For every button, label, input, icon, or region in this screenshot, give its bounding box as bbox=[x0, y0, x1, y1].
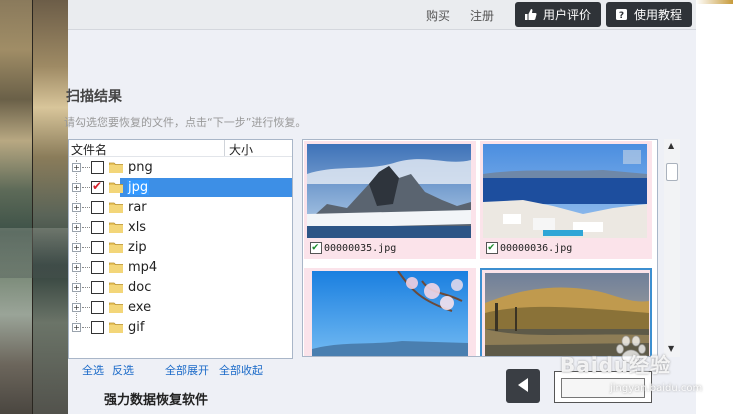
thumbs-up-icon bbox=[523, 8, 537, 22]
watermark-url: jingyan.baidu.com bbox=[610, 383, 703, 394]
buy-link[interactable]: 购买 bbox=[426, 7, 450, 24]
tree-item-zip[interactable]: + zip bbox=[69, 238, 292, 257]
expand-icon[interactable]: + bbox=[72, 323, 81, 332]
folder-icon bbox=[108, 221, 124, 234]
tree-item-checkbox[interactable] bbox=[91, 261, 104, 274]
triangle-left-icon bbox=[516, 377, 530, 396]
tree-item-label: exe bbox=[128, 300, 152, 315]
folder-icon bbox=[108, 201, 124, 214]
collapse-all-link[interactable]: 全部收起 bbox=[219, 362, 263, 378]
folder-icon bbox=[108, 261, 124, 274]
thumbnail-image-santorini bbox=[483, 144, 647, 238]
tree-item-checkbox[interactable] bbox=[91, 321, 104, 334]
brand-name: 强力数据恢复软件 bbox=[104, 393, 209, 408]
user-reviews-label: 用户评价 bbox=[543, 8, 592, 22]
thumbnail-item[interactable] bbox=[304, 268, 476, 356]
folder-icon bbox=[108, 161, 124, 174]
scroll-thumb[interactable] bbox=[666, 163, 678, 181]
tree-item-checkbox[interactable] bbox=[91, 301, 104, 314]
invert-selection-link[interactable]: 反选 bbox=[112, 362, 134, 378]
scan-hint: 请勾选您要恢复的文件，点击“下一步”进行恢复。 bbox=[64, 116, 307, 129]
folder-icon bbox=[108, 301, 124, 314]
folder-icon bbox=[108, 181, 124, 194]
tree-item-checkbox[interactable] bbox=[91, 201, 104, 214]
preview-panel: 00000035.jpg 0000 bbox=[302, 139, 658, 357]
background-photo-panel bbox=[32, 0, 68, 414]
thumbnail-image-mountains bbox=[307, 144, 471, 238]
expand-icon[interactable]: + bbox=[72, 303, 81, 312]
thumbnail-checkbox[interactable] bbox=[310, 240, 322, 254]
folder-icon bbox=[108, 241, 124, 254]
thumbnail-checkbox[interactable] bbox=[486, 240, 498, 254]
tree-item-xls[interactable]: + xls bbox=[69, 218, 292, 237]
expand-icon[interactable]: + bbox=[72, 203, 81, 212]
thumbnail-item[interactable]: 00000036.jpg bbox=[480, 141, 652, 259]
file-type-tree: 文件名 大小 +png+jpg+rar+xls+zip+mp4+doc+exe+… bbox=[68, 139, 293, 359]
preview-scrollbar[interactable]: ▲ ▼ bbox=[664, 139, 680, 357]
tree-item-checkbox[interactable] bbox=[91, 241, 104, 254]
expand-icon[interactable]: + bbox=[72, 223, 81, 232]
expand-icon[interactable]: + bbox=[72, 243, 81, 252]
background-photo-strip bbox=[0, 0, 68, 414]
expand-all-link[interactable]: 全部展开 bbox=[165, 362, 209, 378]
expand-icon[interactable]: + bbox=[72, 263, 81, 272]
column-size[interactable]: 大小 bbox=[229, 141, 253, 158]
tree-item-gif[interactable]: + gif bbox=[69, 318, 292, 337]
folder-icon bbox=[108, 321, 124, 334]
tree-item-label: doc bbox=[128, 280, 152, 295]
scan-results-title: 扫描结果 bbox=[66, 89, 122, 105]
thumbnail-item[interactable]: 00000035.jpg bbox=[304, 141, 476, 259]
tree-item-mp4[interactable]: + mp4 bbox=[69, 258, 292, 277]
tree-item-rar[interactable]: + rar bbox=[69, 198, 292, 217]
tree-header: 文件名 大小 bbox=[69, 140, 292, 157]
thumbnail-image-lake bbox=[485, 273, 649, 356]
thumbnail-item[interactable] bbox=[480, 268, 652, 356]
thumbnail-filename: 00000036.jpg bbox=[500, 242, 573, 254]
tutorial-button[interactable]: ? 使用教程 bbox=[606, 2, 693, 27]
tutorial-label: 使用教程 bbox=[634, 8, 683, 22]
watermark-text: Baidu经验 bbox=[560, 353, 672, 377]
tree-item-label: mp4 bbox=[128, 260, 158, 275]
tree-item-doc[interactable]: + doc bbox=[69, 278, 292, 297]
expand-icon[interactable]: + bbox=[72, 283, 81, 292]
tree-item-label: rar bbox=[128, 200, 147, 215]
tree-item-label: zip bbox=[128, 240, 147, 255]
expand-icon[interactable]: + bbox=[72, 183, 81, 192]
svg-text:?: ? bbox=[618, 11, 623, 21]
help-icon: ? bbox=[614, 8, 628, 22]
select-all-link[interactable]: 全选 bbox=[82, 362, 104, 378]
register-link[interactable]: 注册 bbox=[470, 7, 494, 24]
tree-item-checkbox[interactable] bbox=[91, 221, 104, 234]
tree-item-label: xls bbox=[128, 220, 147, 235]
thumbnail-image-blossom bbox=[312, 271, 468, 356]
tree-item-label: png bbox=[128, 160, 153, 175]
tree-item-label: gif bbox=[128, 320, 145, 335]
top-bar: 购买 注册 用户评价 ? 使用教程 bbox=[68, 0, 696, 30]
expand-icon[interactable]: + bbox=[72, 163, 81, 172]
column-file-name[interactable]: 文件名 bbox=[71, 141, 107, 158]
tree-item-png[interactable]: + png bbox=[69, 158, 292, 177]
thumbnail-filename: 00000035.jpg bbox=[324, 242, 397, 254]
folder-icon bbox=[108, 281, 124, 294]
tree-item-exe[interactable]: + exe bbox=[69, 298, 292, 317]
tree-item-checkbox[interactable] bbox=[91, 281, 104, 294]
user-reviews-button[interactable]: 用户评价 bbox=[515, 2, 602, 27]
tree-item-jpg[interactable]: + jpg bbox=[69, 178, 292, 197]
tree-item-checkbox[interactable] bbox=[91, 179, 104, 194]
back-button[interactable] bbox=[506, 369, 540, 403]
tree-item-checkbox[interactable] bbox=[91, 161, 104, 174]
tree-item-label: jpg bbox=[127, 180, 150, 195]
scroll-up-icon[interactable]: ▲ bbox=[668, 141, 674, 150]
